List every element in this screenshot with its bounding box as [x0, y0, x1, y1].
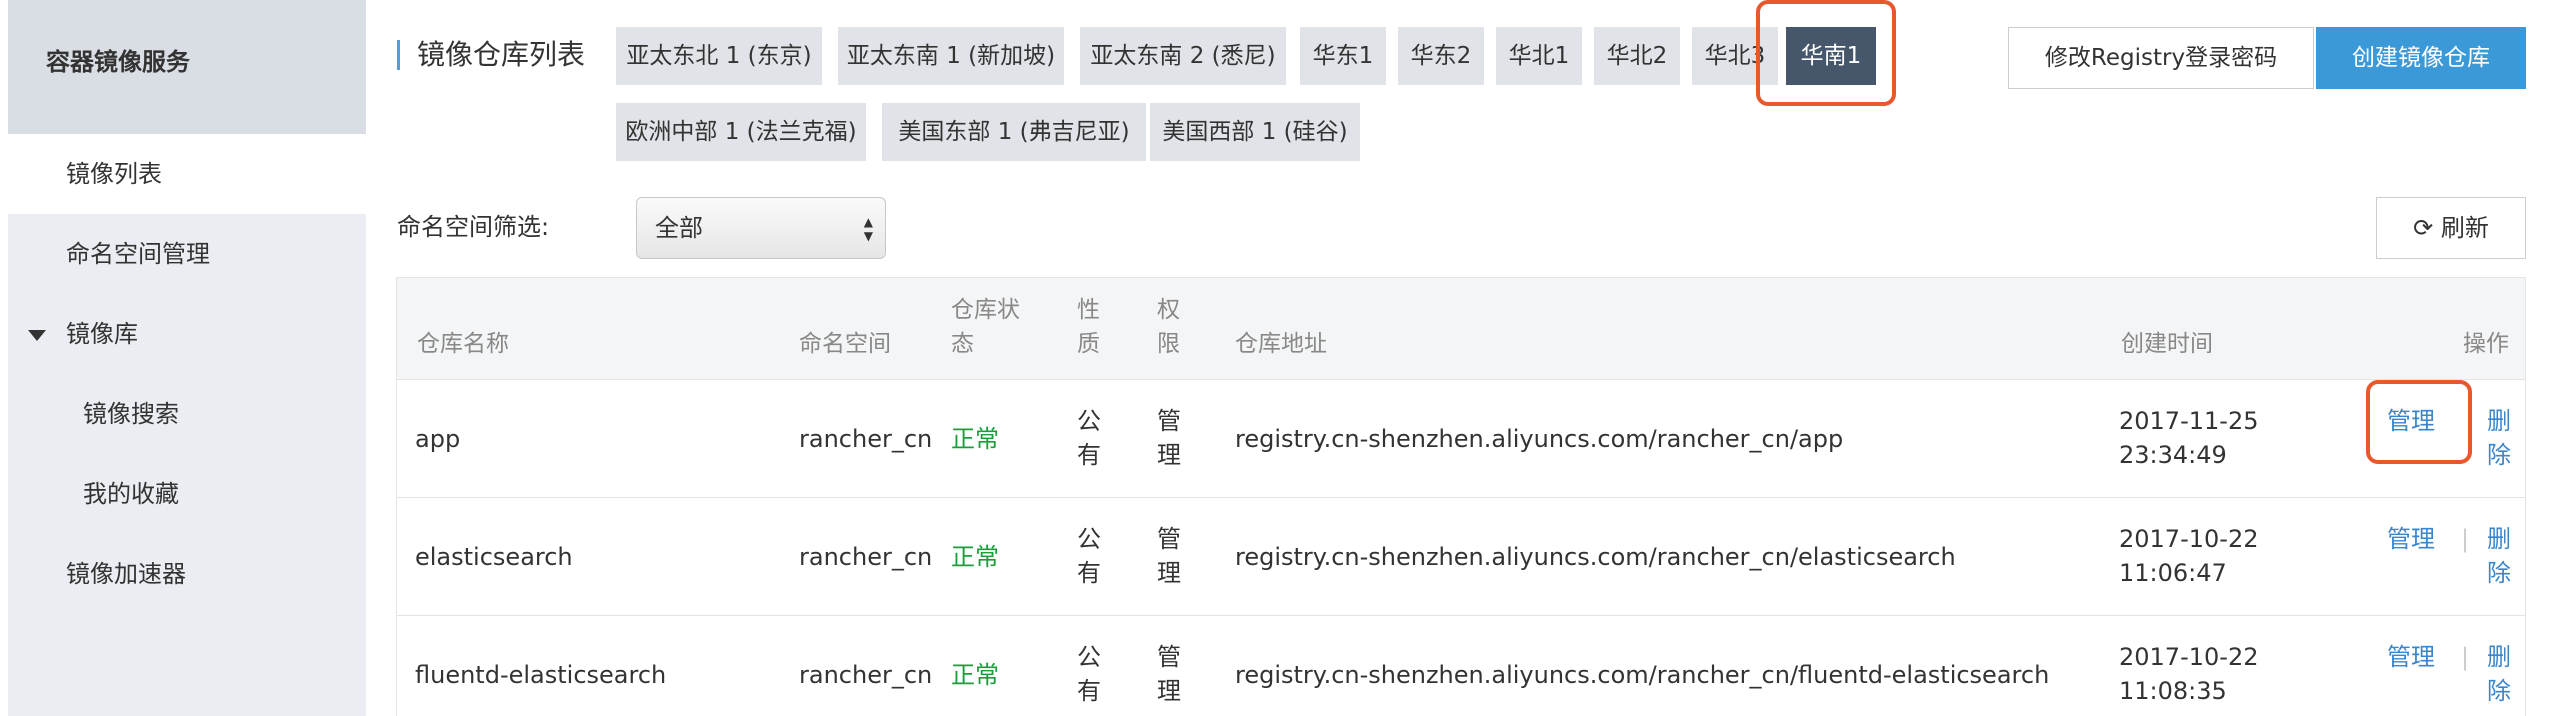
- title-accent-bar: [397, 40, 400, 70]
- col-header-name: 仓库名称: [417, 331, 509, 357]
- namespace-select-value: 全部: [655, 214, 703, 242]
- col-header-nature-2: 质: [1077, 331, 1100, 357]
- select-down-arrow-icon: ▼: [863, 229, 873, 243]
- repo-namespace: rancher_cn: [799, 425, 933, 453]
- repo-perm-1: 管: [1157, 525, 1181, 553]
- col-header-address: 仓库地址: [1235, 331, 1327, 357]
- repo-name: fluentd-elasticsearch: [415, 661, 667, 689]
- sidebar-item-image-list[interactable]: 镜像列表: [8, 134, 366, 214]
- col-header-perm-1: 权: [1157, 297, 1180, 323]
- create-repo-button[interactable]: 创建镜像仓库: [2316, 27, 2526, 89]
- delete-link-1[interactable]: 删: [2487, 404, 2511, 438]
- repo-nature-2: 有: [1077, 559, 1101, 587]
- repo-status: 正常: [951, 543, 999, 571]
- delete-link-2[interactable]: 除: [2487, 674, 2511, 708]
- col-header-status-2: 态: [951, 331, 974, 357]
- sidebar-item-accelerator[interactable]: 镜像加速器: [8, 534, 366, 614]
- change-registry-password-button[interactable]: 修改Registry登录密码: [2008, 27, 2314, 89]
- sidebar-title: 容器镜像服务: [8, 0, 366, 134]
- repo-created-date: 2017-10-22: [2119, 525, 2259, 553]
- repo-address: registry.cn-shenzhen.aliyuncs.com/ranche…: [1235, 425, 1844, 453]
- repo-nature-1: 公: [1077, 407, 1101, 435]
- repo-nature-1: 公: [1077, 525, 1101, 553]
- repo-perm-2: 理: [1157, 559, 1181, 587]
- col-header-ops: 操作: [2463, 331, 2509, 357]
- sidebar-item-favorites[interactable]: 我的收藏: [8, 454, 366, 534]
- namespace-select[interactable]: 全部 ▲ ▼: [636, 197, 886, 259]
- repo-perm-1: 管: [1157, 643, 1181, 671]
- repo-perm-1: 管: [1157, 407, 1181, 435]
- region-tab-sydney[interactable]: 亚太东南 2 (悉尼): [1080, 27, 1286, 85]
- sidebar-item-image-search[interactable]: 镜像搜索: [8, 374, 366, 454]
- caret-down-icon: [28, 330, 46, 341]
- repo-nature-1: 公: [1077, 643, 1101, 671]
- delete-link-2[interactable]: 除: [2487, 556, 2511, 590]
- col-header-nature-1: 性: [1077, 297, 1100, 323]
- repo-namespace: rancher_cn: [799, 543, 933, 571]
- repo-nature-2: 有: [1077, 677, 1101, 705]
- repo-address: registry.cn-shenzhen.aliyuncs.com/ranche…: [1235, 661, 2050, 689]
- sidebar-item-namespace[interactable]: 命名空间管理: [8, 214, 366, 294]
- sidebar-item-label: 镜像搜索: [83, 400, 179, 428]
- manage-link[interactable]: 管理: [2387, 640, 2435, 674]
- region-tab-singapore[interactable]: 亚太东南 1 (新加坡): [838, 27, 1064, 85]
- refresh-icon: ⟳: [2413, 214, 2434, 242]
- region-tab-virginia[interactable]: 美国东部 1 (弗吉尼亚): [882, 103, 1146, 161]
- delete-link-2[interactable]: 除: [2487, 438, 2511, 472]
- table-row: elasticsearch rancher_cn 正常 公 有 管 理 regi…: [397, 498, 2525, 616]
- repo-created-date: 2017-10-22: [2119, 643, 2259, 671]
- col-header-perm-2: 限: [1157, 331, 1180, 357]
- sidebar-edge: [0, 0, 8, 716]
- app-root: 容器镜像服务 镜像列表 命名空间管理 镜像库 镜像搜索 我的收藏 镜像加速器 镜…: [0, 0, 2550, 716]
- repo-status: 正常: [951, 425, 999, 453]
- select-up-arrow-icon: ▲: [863, 215, 873, 229]
- repo-created-date: 2017-11-25: [2119, 407, 2259, 435]
- repo-nature-2: 有: [1077, 441, 1101, 469]
- repo-created-time: 11:06:47: [2119, 559, 2227, 587]
- delete-link-1[interactable]: 删: [2487, 640, 2511, 674]
- repo-perm-2: 理: [1157, 677, 1181, 705]
- repo-name: app: [415, 425, 461, 453]
- region-tab-huadong2[interactable]: 华东2: [1398, 27, 1484, 85]
- sidebar: 容器镜像服务 镜像列表 命名空间管理 镜像库 镜像搜索 我的收藏 镜像加速器: [0, 0, 366, 716]
- manage-link[interactable]: 管理: [2387, 522, 2435, 556]
- sidebar-item-label: 命名空间管理: [66, 240, 210, 268]
- repo-address: registry.cn-shenzhen.aliyuncs.com/ranche…: [1235, 543, 1956, 571]
- sidebar-item-label: 镜像库: [66, 320, 138, 348]
- region-tab-huadong1[interactable]: 华东1: [1300, 27, 1386, 85]
- highlight-box-manage: [2366, 380, 2472, 464]
- repo-created-time: 23:34:49: [2119, 441, 2227, 469]
- col-header-status-1: 仓库状: [951, 297, 1020, 323]
- link-separator: |: [2461, 643, 2470, 671]
- repo-created-time: 11:08:35: [2119, 677, 2227, 705]
- page-title: 镜像仓库列表: [417, 38, 586, 71]
- repo-status: 正常: [951, 661, 999, 689]
- col-header-created: 创建时间: [2121, 331, 2213, 357]
- sidebar-item-label: 镜像加速器: [66, 560, 186, 588]
- refresh-button[interactable]: ⟳ 刷新: [2376, 197, 2526, 259]
- sidebar-item-label: 镜像列表: [66, 160, 162, 188]
- refresh-label: 刷新: [2440, 214, 2489, 242]
- highlight-box-region: [1756, 0, 1896, 106]
- sidebar-group-image-repo[interactable]: 镜像库: [8, 294, 366, 374]
- table-row: app rancher_cn 正常 公 有 管 理 registry.cn-sh…: [397, 380, 2525, 498]
- sidebar-item-label: 我的收藏: [83, 480, 179, 508]
- table-header: 仓库名称 命名空间 仓库状 态 性 质 权 限 仓库地址 创建时间 操作: [397, 278, 2525, 380]
- repo-table: 仓库名称 命名空间 仓库状 态 性 质 权 限 仓库地址 创建时间 操作 app…: [396, 277, 2526, 716]
- region-tab-huabei1[interactable]: 华北1: [1496, 27, 1582, 85]
- table-row: fluentd-elasticsearch rancher_cn 正常 公 有 …: [397, 616, 2525, 716]
- region-tab-huabei2[interactable]: 华北2: [1594, 27, 1680, 85]
- region-tab-tokyo[interactable]: 亚太东北 1 (东京): [616, 27, 822, 85]
- repo-name: elasticsearch: [415, 543, 573, 571]
- region-tab-frankfurt[interactable]: 欧洲中部 1 (法兰克福): [616, 103, 866, 161]
- repo-perm-2: 理: [1157, 441, 1181, 469]
- repo-namespace: rancher_cn: [799, 661, 933, 689]
- link-separator: |: [2461, 525, 2470, 553]
- region-tab-silicon-valley[interactable]: 美国西部 1 (硅谷): [1150, 103, 1360, 161]
- namespace-filter-label: 命名空间筛选:: [397, 213, 550, 241]
- col-header-namespace: 命名空间: [799, 331, 891, 357]
- delete-link-1[interactable]: 删: [2487, 522, 2511, 556]
